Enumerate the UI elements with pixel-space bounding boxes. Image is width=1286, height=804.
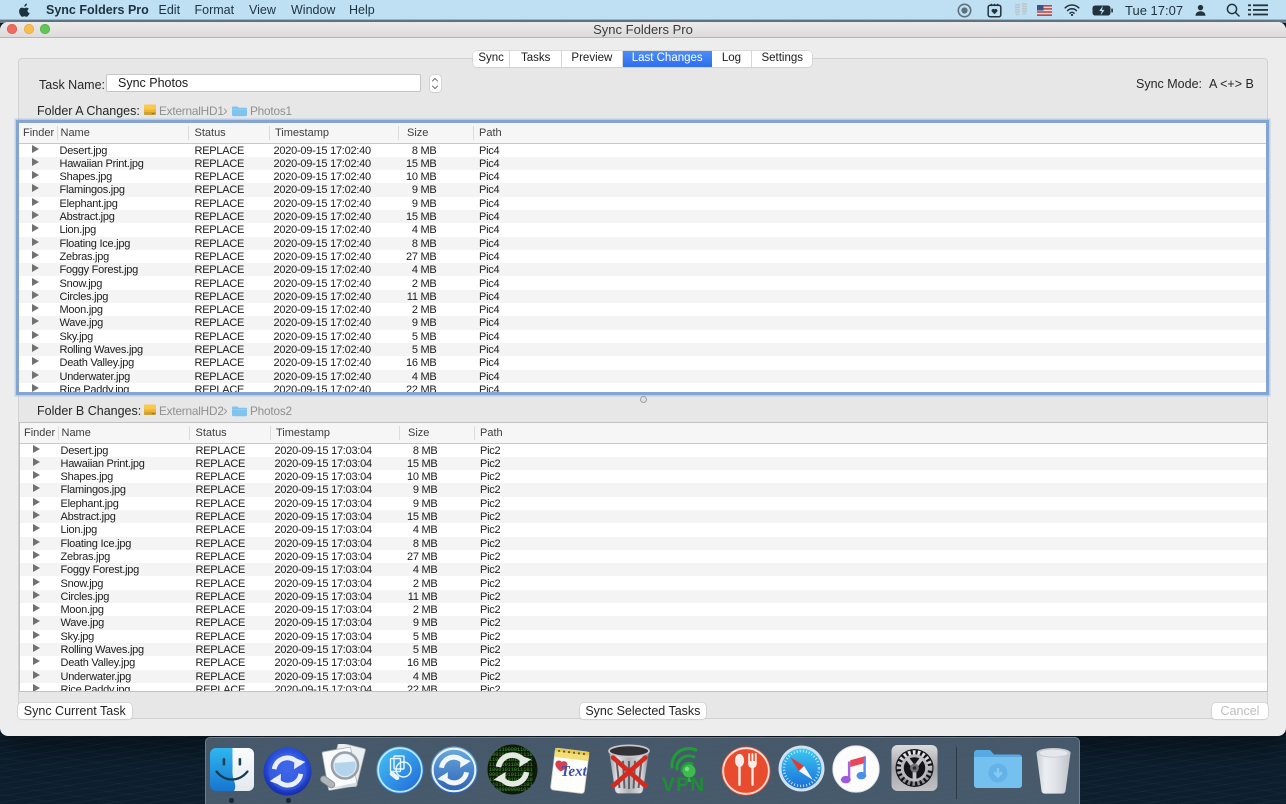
svg-text:VPN: VPN	[662, 775, 706, 794]
svg-text:01000000001010: 01000000001010	[489, 787, 533, 793]
svg-text:Text: Text	[561, 764, 588, 780]
